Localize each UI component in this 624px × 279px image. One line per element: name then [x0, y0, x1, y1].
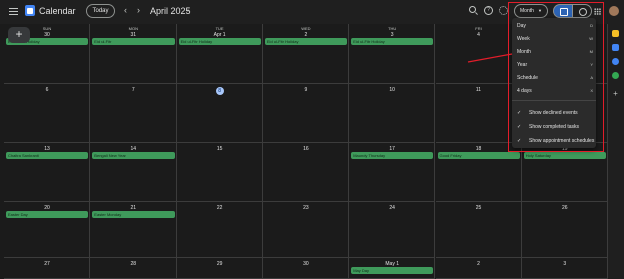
create-button[interactable]: + [8, 27, 30, 43]
avatar[interactable] [609, 6, 619, 16]
date-number[interactable]: 2 [436, 261, 522, 267]
date-number[interactable]: 16 [263, 146, 349, 152]
tasks-icon[interactable] [612, 44, 619, 51]
date-label: 27 [44, 261, 50, 267]
event-chip[interactable]: Eid ul-Fitr Holiday [178, 38, 261, 45]
maps-icon[interactable] [612, 72, 619, 79]
date-label: 26 [562, 205, 568, 211]
date-number[interactable]: 23 [263, 205, 349, 211]
event-chip[interactable]: May Day [351, 267, 434, 274]
date-number[interactable]: 10 [349, 87, 435, 93]
help-icon[interactable]: ? [484, 6, 493, 15]
date-label: 23 [303, 205, 309, 211]
date-label: 25 [475, 205, 482, 211]
date-label: 10 [389, 87, 395, 93]
search-icon[interactable] [469, 6, 476, 13]
day-of-week-label: WED [301, 26, 311, 31]
event-chip[interactable]: Holy Saturday [523, 152, 607, 159]
date-label: 22 [216, 205, 223, 211]
date-number[interactable]: 25 [436, 205, 522, 211]
date-label: 2 [477, 261, 480, 267]
event-chip[interactable]: Easter Day [6, 211, 89, 218]
main-menu-icon[interactable] [9, 8, 18, 15]
date-label: 4 [477, 32, 480, 38]
date-label: 8 [215, 87, 224, 95]
gear-icon[interactable] [499, 6, 508, 15]
add-addon-icon[interactable]: + [612, 90, 619, 98]
date-number[interactable]: 29 [177, 261, 263, 267]
event-chip[interactable]: Bengali New Year [92, 152, 175, 159]
event-chip[interactable]: Good Friday [437, 152, 520, 159]
day-of-week-label: TUE [215, 26, 224, 31]
date-number[interactable]: 9 [263, 87, 349, 93]
calendar-logo-icon [25, 5, 35, 16]
event-chip[interactable]: Chaitra Sankranti [6, 152, 89, 159]
date-label: 16 [303, 146, 309, 152]
date-label: 11 [475, 87, 482, 93]
date-number[interactable]: 26 [522, 205, 608, 211]
date-label: 15 [216, 146, 223, 152]
date-label: 28 [130, 261, 137, 267]
date-label: 30 [303, 261, 309, 267]
date-label: 29 [216, 261, 223, 267]
keep-icon[interactable] [612, 30, 619, 37]
chevron-left-icon[interactable]: ‹ [124, 5, 127, 15]
chevron-right-icon[interactable]: › [137, 5, 140, 15]
date-label: 3 [563, 261, 567, 267]
date-label: 7 [131, 87, 135, 93]
event-chip[interactable]: Eid ul-Fitr [92, 38, 175, 45]
date-number[interactable]: 30 [263, 261, 349, 267]
annotation-highlight-box [508, 2, 604, 152]
date-number[interactable]: 22 [177, 205, 263, 211]
event-chip[interactable]: Easter Monday [92, 211, 175, 218]
right-side-panel: + [608, 24, 624, 279]
date-number[interactable]: 6 [4, 87, 90, 93]
date-number[interactable]: 28 [90, 261, 176, 267]
date-number[interactable]: 7 [90, 87, 176, 93]
date-number[interactable]: 27 [4, 261, 90, 267]
date-number[interactable]: 3 [522, 261, 608, 267]
date-label: 9 [304, 87, 308, 93]
event-chip[interactable]: Maundy Thursday [351, 152, 434, 159]
event-chip[interactable]: Eid ul-Fitr Holiday [264, 38, 348, 45]
month-title: April 2025 [150, 6, 191, 16]
date-number[interactable]: 8 [177, 87, 263, 95]
event-chip[interactable]: Eid ul-Fitr Holiday [351, 38, 434, 45]
date-number[interactable]: 24 [349, 205, 435, 211]
app-title: Calendar [39, 6, 76, 16]
date-number[interactable]: 15 [177, 146, 263, 152]
month-picker-caret-icon[interactable]: ▼ [186, 8, 190, 13]
today-button[interactable]: Today [86, 4, 115, 18]
day-of-week-label: THU [388, 26, 397, 31]
day-of-week-label: MON [128, 26, 138, 31]
contacts-icon[interactable] [612, 58, 619, 65]
date-label: 6 [45, 87, 49, 93]
date-label: 24 [389, 205, 395, 211]
